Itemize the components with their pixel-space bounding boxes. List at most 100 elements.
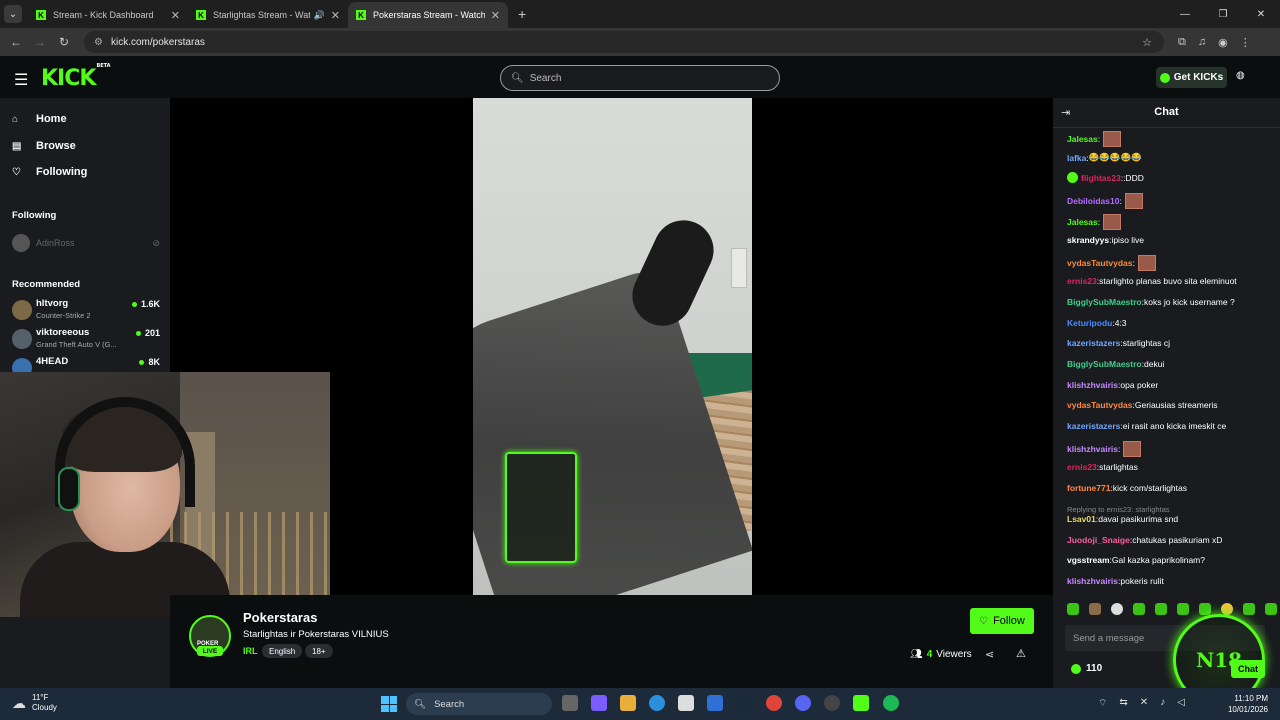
edge-icon[interactable]: [649, 695, 665, 711]
following-channel[interactable]: AdinRoss ⊘: [12, 234, 160, 252]
volume-icon[interactable]: ◁: [1177, 697, 1185, 710]
forward-icon[interactable]: →: [28, 35, 52, 49]
speaker-icon[interactable]: 🔊: [314, 10, 325, 21]
close-window-icon[interactable]: ✕: [1242, 0, 1280, 28]
weather-widget[interactable]: ☁ 11°F Cloudy: [12, 693, 57, 713]
kick-app-icon[interactable]: [853, 695, 869, 711]
menu-icon[interactable]: ⋮: [1240, 36, 1251, 49]
chat-username[interactable]: ernis23: [1067, 276, 1097, 286]
emote-icon[interactable]: [1155, 603, 1167, 615]
spotify-icon[interactable]: [883, 695, 899, 711]
browser-tab-strip: ⌄ K Stream - Kick Dashboard ✕ K Starligh…: [0, 0, 1280, 28]
mic-icon[interactable]: ♪: [1160, 697, 1165, 710]
close-tab-icon[interactable]: ✕: [171, 9, 180, 22]
chat-username[interactable]: Keturipodu: [1067, 318, 1112, 328]
share-icon[interactable]: ⋖: [985, 648, 994, 661]
mute-icon[interactable]: ✕: [1140, 697, 1148, 710]
chat-username[interactable]: kazeristazers: [1067, 338, 1120, 348]
search-input[interactable]: 🔍︎ Search: [500, 65, 780, 91]
chat-username[interactable]: BigglySubMaestro: [1067, 359, 1142, 369]
emote-icon[interactable]: [1265, 603, 1277, 615]
emote-icon[interactable]: [1199, 603, 1211, 615]
kicks-coin-icon: [1159, 72, 1170, 83]
chat-username[interactable]: Lsav01: [1067, 514, 1096, 524]
sidebar-item-home[interactable]: ⌂ Home: [12, 113, 67, 125]
browser-tab-starlightas[interactable]: K Starlightas Stream - Watch 🔊 ✕: [188, 2, 348, 28]
recommended-channel[interactable]: hltvorg Counter-Strike 2 1.6K: [12, 298, 160, 324]
emote-icon[interactable]: [1243, 603, 1255, 615]
chat-username[interactable]: vydasTautvydas: [1067, 400, 1133, 410]
chat-send-button[interactable]: Chat: [1231, 660, 1265, 678]
emote-icon[interactable]: [1177, 603, 1189, 615]
chat-username[interactable]: skrandyys: [1067, 235, 1109, 245]
recommended-channel[interactable]: viktoreeous Grand Theft Auto V (G... 201: [12, 327, 160, 353]
chat-username[interactable]: ernis23: [1067, 462, 1097, 472]
obs-icon[interactable]: [824, 695, 840, 711]
minimize-icon[interactable]: —: [1166, 0, 1204, 28]
tag-age[interactable]: 18+: [305, 644, 333, 658]
chat-username[interactable]: klishzhvairis: [1067, 444, 1118, 454]
report-icon[interactable]: ⚠: [1016, 647, 1026, 660]
chat-username[interactable]: lafka: [1067, 153, 1086, 163]
follow-button[interactable]: ♡ Follow: [970, 608, 1034, 634]
chat-username[interactable]: Juodoji_Snaige: [1067, 535, 1130, 545]
tag-language[interactable]: English: [262, 644, 303, 658]
chat-username[interactable]: vydasTautvydas: [1067, 258, 1133, 268]
chrome-icon[interactable]: [766, 695, 782, 711]
channel-info: POKER LIVE Pokerstaras Starlightas ir Po…: [170, 595, 1053, 688]
chat-username[interactable]: kazeristazers: [1067, 421, 1120, 431]
get-kicks-button[interactable]: Get KICKs: [1156, 67, 1227, 88]
hamburger-menu-icon[interactable]: ☰: [14, 70, 28, 90]
chat-message: kazeristazers: ei rasit ano kicka imeski…: [1067, 421, 1226, 431]
site-info-icon[interactable]: ⚙: [94, 37, 103, 48]
channel-name[interactable]: Pokerstaras: [243, 610, 317, 625]
file-explorer-icon[interactable]: [620, 695, 636, 711]
store-icon[interactable]: [678, 695, 694, 711]
sidebar-item-following[interactable]: ♡ Following: [12, 166, 87, 178]
discord-icon[interactable]: [795, 695, 811, 711]
emote-icon[interactable]: [1089, 603, 1101, 615]
chat-username[interactable]: flightas23: [1081, 173, 1121, 183]
network-icon[interactable]: ⇆: [1119, 697, 1127, 710]
viewer-count: 1.6K: [131, 299, 160, 309]
chat-username[interactable]: Jalesas: [1067, 217, 1098, 227]
category-link[interactable]: IRL: [243, 646, 258, 656]
chat-username[interactable]: Debiloidas10: [1067, 196, 1119, 206]
maximize-icon[interactable]: ❐: [1204, 0, 1242, 28]
bookmark-star-icon[interactable]: ☆: [1142, 36, 1152, 49]
task-view-icon[interactable]: [562, 695, 578, 711]
reload-icon[interactable]: ↻: [52, 35, 76, 49]
tab-search-dropdown[interactable]: ⌄: [4, 5, 22, 23]
browser-tab-pokerstaras[interactable]: K Pokerstaras Stream - Watch Li ✕: [348, 2, 508, 28]
chat-username[interactable]: klishzhvairis: [1067, 576, 1118, 586]
chat-username[interactable]: BigglySubMaestro: [1067, 297, 1142, 307]
copilot-icon[interactable]: [591, 695, 607, 711]
close-tab-icon[interactable]: ✕: [331, 9, 340, 22]
mail-icon[interactable]: [707, 695, 723, 711]
back-icon[interactable]: ←: [4, 35, 28, 49]
sidebar-item-browse[interactable]: ▤ Browse: [12, 140, 76, 152]
taskbar-search[interactable]: 🔍︎ Search: [406, 693, 552, 715]
chat-username[interactable]: vgsstream: [1067, 555, 1110, 565]
system-clock[interactable]: 11:10 PM 10/01/2026: [1222, 693, 1268, 715]
windows-start-icon[interactable]: [381, 696, 397, 712]
browser-tab-dashboard[interactable]: K Stream - Kick Dashboard ✕: [28, 2, 188, 28]
emote-image: [1103, 214, 1122, 230]
chat-username[interactable]: klishzhvairis: [1067, 380, 1118, 390]
media-icon[interactable]: ♫: [1198, 36, 1206, 49]
chat-username[interactable]: fortune771: [1067, 483, 1110, 493]
emote-icon[interactable]: [1133, 603, 1145, 615]
kicks-balance[interactable]: 110: [1071, 663, 1102, 674]
steam-icon[interactable]: [736, 695, 752, 711]
new-tab-icon[interactable]: +: [518, 6, 526, 22]
close-tab-icon[interactable]: ✕: [491, 9, 500, 22]
user-avatar[interactable]: ◍: [1236, 70, 1250, 84]
chat-username[interactable]: Jalesas: [1067, 134, 1098, 144]
emote-icon[interactable]: [1067, 603, 1079, 615]
profile-icon[interactable]: ◉: [1218, 36, 1228, 49]
url-field[interactable]: ⚙ kick.com/pokerstaras ☆: [84, 31, 1164, 53]
emote-icon[interactable]: [1111, 603, 1123, 615]
wifi-icon[interactable]: ⌔: [1098, 697, 1107, 710]
extensions-icon[interactable]: ⧉: [1178, 36, 1186, 49]
kick-logo[interactable]: KICKBETA: [41, 63, 111, 91]
